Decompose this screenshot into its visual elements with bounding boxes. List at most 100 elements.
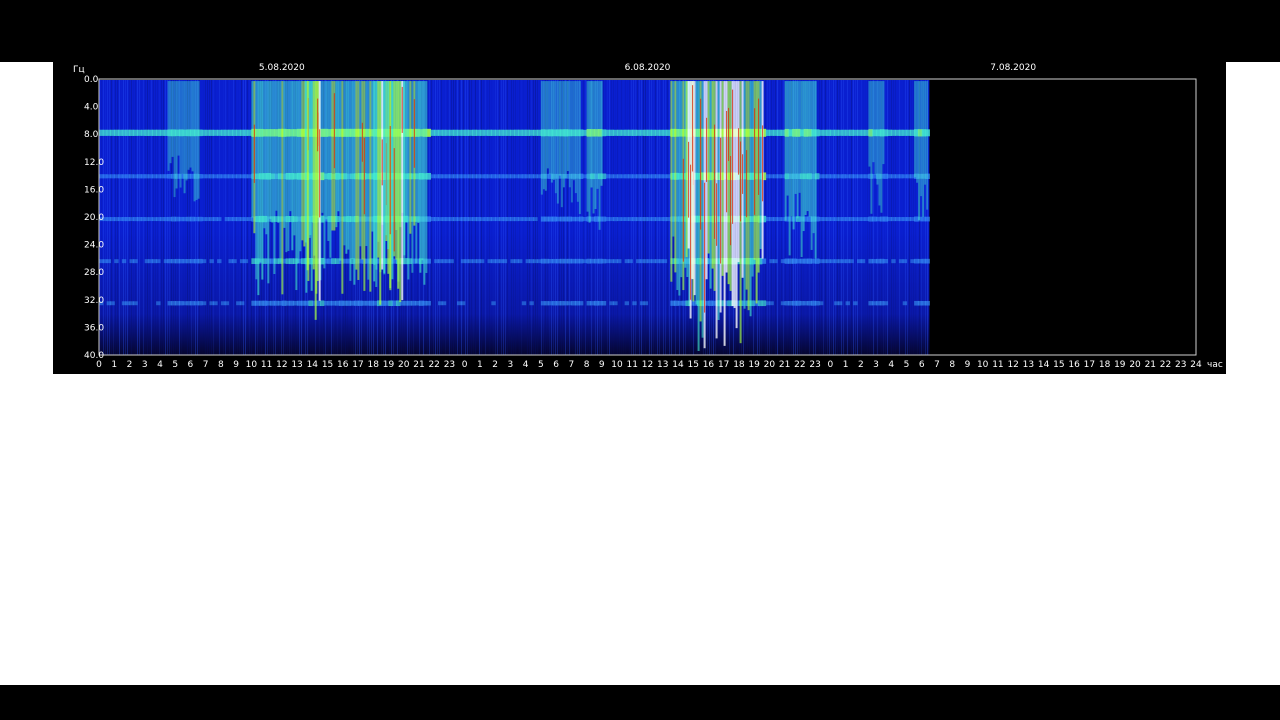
harmonic-band-cell xyxy=(613,259,618,264)
harmonic-band-cell xyxy=(133,174,138,179)
video-bottom-letterbox xyxy=(0,685,1280,720)
harmonic-band-cell xyxy=(125,174,131,179)
activity-column xyxy=(550,81,553,183)
x-tick-label: 21 xyxy=(1145,360,1156,370)
harmonic-band-cell xyxy=(236,217,241,222)
harmonic-band-cell xyxy=(495,174,500,179)
harmonic-band-cell xyxy=(114,129,119,136)
date-label: 6.08.2020 xyxy=(625,63,671,73)
activity-column xyxy=(578,81,581,215)
activity-column xyxy=(351,81,354,259)
harmonic-band-cell xyxy=(110,217,115,222)
activity-column xyxy=(790,81,793,217)
harmonic-band-cell xyxy=(853,174,858,179)
activity-column xyxy=(558,81,561,176)
harmonic-band-cell xyxy=(837,174,843,179)
harmonic-band-cell xyxy=(708,300,713,306)
harmonic-band-cell xyxy=(856,174,862,179)
harmonic-band-cell xyxy=(578,301,584,306)
activity-column xyxy=(586,81,589,212)
harmonic-band-cell xyxy=(178,258,184,264)
harmonic-band-cell xyxy=(780,301,786,306)
activity-column xyxy=(695,81,698,305)
activity-column xyxy=(375,81,378,287)
activity-column xyxy=(792,81,795,230)
harmonic-band-cell xyxy=(510,174,515,179)
harmonic-band-cell xyxy=(639,301,645,306)
peak-streak xyxy=(754,108,756,215)
harmonic-band-cell xyxy=(921,216,927,222)
harmonic-band-cell xyxy=(841,174,847,179)
harmonic-band-cell xyxy=(99,174,104,179)
x-tick-label: 20 xyxy=(764,360,776,370)
peak-streak xyxy=(317,98,319,152)
harmonic-band-cell xyxy=(582,174,588,179)
harmonic-band-cell xyxy=(837,259,843,264)
harmonic-band-cell xyxy=(110,129,115,136)
harmonic-band-cell xyxy=(624,259,630,264)
harmonic-band-cell xyxy=(464,259,470,264)
harmonic-band-cell xyxy=(887,129,892,136)
activity-column xyxy=(570,81,573,203)
harmonic-band-cell xyxy=(232,259,237,264)
harmonic-band-cell xyxy=(830,259,835,264)
harmonic-band-cell xyxy=(152,129,157,136)
harmonic-band-cell xyxy=(891,174,896,179)
activity-column xyxy=(749,81,752,317)
peak-streak xyxy=(333,93,335,169)
harmonic-band-cell xyxy=(567,258,572,264)
harmonic-band-cell xyxy=(251,258,256,265)
harmonic-band-cell xyxy=(125,301,131,306)
harmonic-band-cell xyxy=(655,259,660,264)
harmonic-band-cell xyxy=(472,174,477,179)
harmonic-band-cell xyxy=(163,174,169,179)
harmonic-band-cell xyxy=(129,259,134,264)
peak-streak xyxy=(363,137,365,215)
harmonic-band-cell xyxy=(506,217,511,222)
activity-column xyxy=(281,81,284,295)
x-tick-label: 0 xyxy=(462,360,468,370)
harmonic-band-cell xyxy=(319,300,325,307)
activity-column xyxy=(339,81,342,261)
harmonic-band-cell xyxy=(613,174,618,179)
harmonic-band-cell xyxy=(898,129,904,136)
harmonic-band-cell xyxy=(563,301,569,306)
harmonic-band-cell xyxy=(822,174,828,179)
harmonic-band-cell xyxy=(777,217,782,222)
activity-column xyxy=(179,81,182,188)
harmonic-band-cell xyxy=(853,129,858,136)
activity-column xyxy=(377,81,380,258)
peak-streak xyxy=(704,182,706,313)
harmonic-band-cell xyxy=(552,258,557,264)
harmonic-band-cell xyxy=(826,129,831,136)
harmonic-band-cell xyxy=(594,216,599,222)
harmonic-band-cell xyxy=(129,217,134,222)
activity-column xyxy=(802,81,805,232)
harmonic-band-cell xyxy=(571,258,576,264)
peak-streak xyxy=(688,141,690,218)
harmonic-band-cell xyxy=(479,217,485,222)
harmonic-band-cell xyxy=(118,174,123,179)
y-tick-label: 8.0 xyxy=(84,130,99,140)
harmonic-band-cell xyxy=(156,129,161,136)
harmonic-band-cell xyxy=(902,301,908,306)
harmonic-band-cell xyxy=(620,217,626,222)
harmonic-band-cell xyxy=(121,129,127,136)
date-label: 5.08.2020 xyxy=(259,63,305,73)
harmonic-band-cell xyxy=(544,301,550,306)
activity-column xyxy=(678,81,681,296)
x-axis-unit-label: час xyxy=(1207,360,1223,370)
harmonic-band-cell xyxy=(849,174,854,179)
harmonic-band-cell xyxy=(887,174,892,179)
activity-column xyxy=(568,81,571,188)
activity-column xyxy=(411,81,414,273)
activity-column xyxy=(685,81,688,258)
harmonic-band-cell xyxy=(517,174,523,179)
harmonic-band-cell xyxy=(849,129,854,136)
harmonic-band-cell xyxy=(453,129,458,136)
activity-column xyxy=(717,81,720,320)
harmonic-band-cell xyxy=(110,174,115,179)
y-tick-label: 0.0 xyxy=(84,75,99,85)
harmonic-band-cell xyxy=(879,258,885,264)
harmonic-band-cell xyxy=(582,216,588,222)
